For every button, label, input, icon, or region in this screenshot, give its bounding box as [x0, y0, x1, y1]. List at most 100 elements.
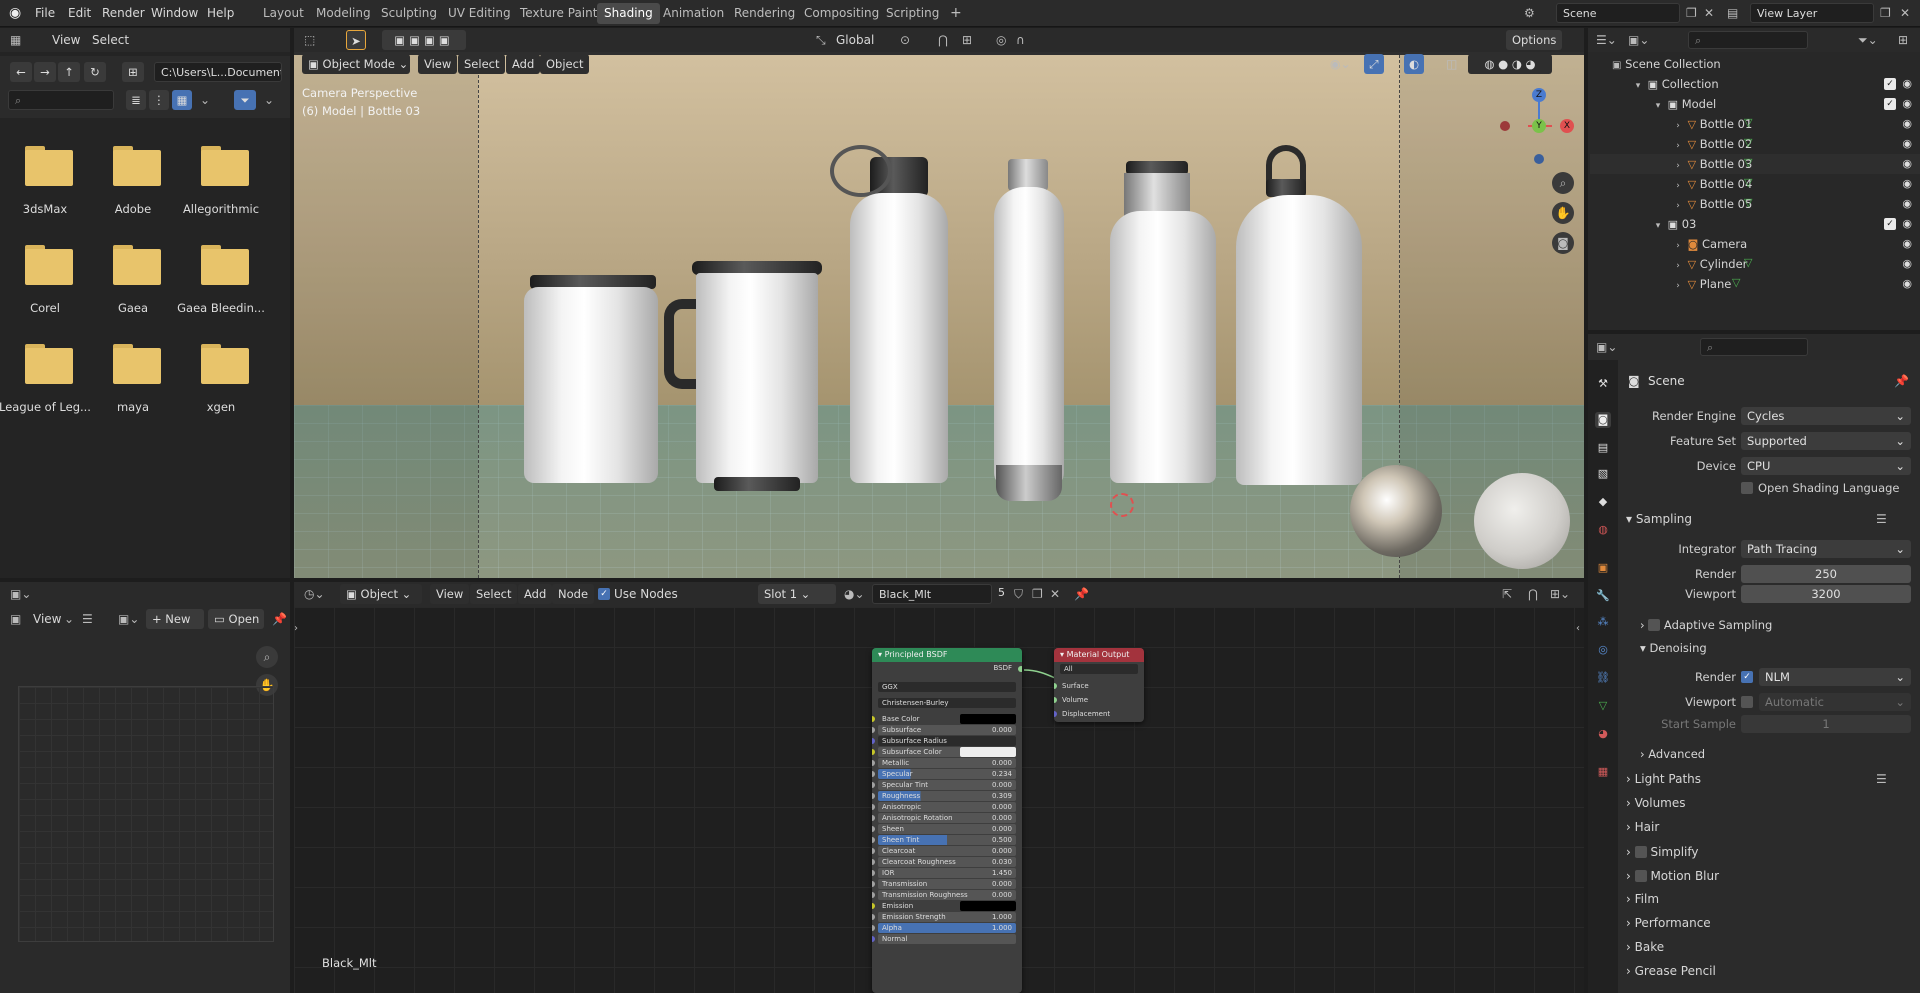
object-tab-icon[interactable]: ▣ [1595, 560, 1611, 576]
viewport-menu-view[interactable]: View [418, 54, 458, 74]
motion-blur-panel-header[interactable]: › Motion Blur [1626, 868, 1719, 883]
texture-tab-icon[interactable]: ▦ [1595, 764, 1611, 780]
forward-button[interactable]: → [34, 62, 56, 82]
expand-arrow-icon[interactable]: ▾ [1652, 97, 1664, 115]
expand-arrow-icon[interactable]: › [1672, 177, 1684, 195]
volumes-panel-header[interactable]: › Volumes [1626, 796, 1686, 810]
eye-icon[interactable]: ◉ [1902, 194, 1912, 214]
image-canvas[interactable] [18, 686, 274, 942]
render-engine-dropdown[interactable]: Cycles ⌄ [1741, 407, 1911, 425]
bsdf-input-field[interactable]: Anisotropic Rotation 0.000 [878, 813, 1016, 823]
camera-view-icon[interactable]: ◙ [1552, 232, 1574, 254]
folder-item[interactable]: 3dsMax [5, 144, 85, 222]
hair-panel-header[interactable]: › Hair [1626, 820, 1659, 834]
mesh-data-icon[interactable]: ▽ [1744, 154, 1752, 172]
bsdf-input-field[interactable]: Anisotropic 0.000 [878, 802, 1016, 812]
editor-type-icon[interactable]: ⬚ [304, 31, 315, 49]
input-socket[interactable] [872, 771, 875, 777]
mesh-data-icon[interactable]: ▽ [1744, 134, 1752, 152]
editor-type-icon[interactable]: ▦ [10, 31, 21, 49]
editor-type-icon[interactable]: ▣⌄ [10, 585, 31, 603]
menu-file[interactable]: File [35, 4, 55, 23]
integrator-dropdown[interactable]: Path Tracing ⌄ [1741, 540, 1911, 558]
open-image-button[interactable]: ▭ Open [208, 609, 264, 629]
menu-help[interactable]: Help [207, 4, 234, 23]
viewport-menu-select[interactable]: Select [458, 54, 506, 74]
menu-window[interactable]: Window [151, 4, 198, 23]
displacement-socket[interactable] [1054, 711, 1057, 717]
proportional-edit-icon[interactable]: ◎ [996, 31, 1006, 49]
tab-uv-editing[interactable]: UV Editing [441, 3, 518, 24]
zoom-icon[interactable]: ⌕ [1552, 172, 1574, 194]
bsdf-input-field[interactable]: Clearcoat Roughness 0.030 [878, 857, 1016, 867]
adaptive-sampling-checkbox[interactable] [1648, 619, 1661, 631]
color-swatch[interactable] [960, 714, 1016, 724]
falloff-icon[interactable]: ∩ [1016, 31, 1025, 49]
expand-arrow-icon[interactable]: › [1672, 237, 1684, 255]
eye-icon[interactable]: ◉ [1902, 114, 1912, 134]
snap-icon[interactable]: ⋂ [1528, 585, 1538, 603]
blender-logo-icon[interactable]: ◉ [9, 4, 21, 22]
material-browse-icon[interactable]: ◕⌄ [844, 585, 865, 603]
device-dropdown[interactable]: CPU ⌄ [1741, 457, 1911, 475]
mesh-data-icon[interactable]: ▽ [1744, 174, 1752, 192]
tab-sculpting[interactable]: Sculpting [374, 3, 444, 24]
bsdf-input-field[interactable]: Clearcoat 0.000 [878, 846, 1016, 856]
modifiers-tab-icon[interactable]: 🔧 [1595, 588, 1611, 604]
motion-blur-checkbox[interactable] [1634, 870, 1647, 882]
bsdf-input-field[interactable]: IOR 1.450 [878, 868, 1016, 878]
eye-icon[interactable]: ◉ [1902, 234, 1912, 254]
snap-type-icon[interactable]: ⊞⌄ [1550, 585, 1570, 603]
fb-menu-select[interactable]: Select [92, 31, 129, 50]
render-samples-field[interactable]: 250 [1741, 565, 1911, 583]
selection-mode-icons[interactable]: ▣▣▣▣ [382, 30, 466, 50]
y-axis-icon[interactable]: Y [1532, 119, 1546, 133]
new-view-layer-icon[interactable]: ❐ [1880, 4, 1891, 22]
denoise-render-checkbox[interactable]: ✓ [1741, 671, 1753, 683]
input-socket[interactable] [872, 892, 875, 898]
scene-selector[interactable]: Scene [1556, 3, 1680, 23]
new-image-button[interactable]: + New [146, 609, 204, 629]
delete-scene-icon[interactable]: ✕ [1704, 4, 1714, 22]
material-users-count[interactable]: 5 [998, 586, 1005, 599]
exclude-checkbox[interactable]: ✓ [1884, 218, 1896, 230]
start-sample-field[interactable]: 1 [1741, 715, 1911, 733]
bsdf-input-field[interactable]: Transmission Roughness 0.000 [878, 890, 1016, 900]
ie-view-menu[interactable]: View [33, 610, 61, 629]
tab-modeling[interactable]: Modeling [309, 3, 378, 24]
fb-menu-view[interactable]: View [52, 31, 80, 50]
bsdf-input-field[interactable]: Transmission 0.000 [878, 879, 1016, 889]
neg-z-axis-icon[interactable] [1534, 154, 1544, 164]
bake-panel-header[interactable]: › Bake [1626, 940, 1664, 954]
outliner-row[interactable]: › ◙ Camera ◉ [1590, 234, 1920, 254]
material-output-node[interactable]: ▾ Material Output All Surface Volume Dis… [1054, 648, 1144, 722]
visibility-icon[interactable]: ◉⌄ [1330, 55, 1351, 73]
image-mode-icon[interactable]: ▣ [10, 610, 21, 628]
output-target-dropdown[interactable]: All [1060, 664, 1138, 674]
shading-mode-icons[interactable]: ◍ ● ◑ ◕ [1468, 54, 1552, 74]
tab-animation[interactable]: Animation [656, 3, 731, 24]
feature-set-dropdown[interactable]: Supported ⌄ [1741, 432, 1911, 450]
options-dropdown[interactable]: Options [1506, 30, 1563, 50]
render-tab-icon[interactable]: ◙ [1595, 412, 1611, 428]
expand-arrow-icon[interactable]: › [1672, 157, 1684, 175]
tab-layout[interactable]: Layout [256, 3, 311, 24]
expand-arrow-icon[interactable]: › [1672, 257, 1684, 275]
directory-path-field[interactable]: C:\Users\L...Documents\ [154, 62, 282, 82]
ie-view-chevron-icon[interactable]: ⌄ [64, 610, 74, 628]
grease-pencil-panel-header[interactable]: › Grease Pencil [1626, 964, 1716, 978]
outliner-row[interactable]: › ▽ Bottle 02 ▽ ◉ [1590, 134, 1920, 154]
new-scene-icon[interactable]: ❐ [1686, 4, 1697, 22]
shader-type-dropdown[interactable]: ▣ Object ⌄ [340, 584, 422, 604]
pivot-point-icon[interactable]: ⊙ [900, 31, 910, 49]
output-node-header[interactable]: ▾ Material Output [1054, 648, 1144, 662]
expand-arrow-icon[interactable]: › [1672, 137, 1684, 155]
viewport-menu-object[interactable]: Object [540, 54, 590, 74]
bsdf-input-field[interactable]: Subsurface Radius [878, 736, 1016, 746]
viewport-menu-add[interactable]: Add [506, 54, 541, 74]
expand-arrow-icon[interactable]: › [1672, 277, 1684, 295]
material-name-field[interactable]: Black_Mlt [872, 584, 992, 604]
bsdf-input-field[interactable]: Metallic 0.000 [878, 758, 1016, 768]
editor-type-icon[interactable]: ◷⌄ [304, 585, 325, 603]
parent-directory-button[interactable]: ↑ [58, 62, 80, 82]
